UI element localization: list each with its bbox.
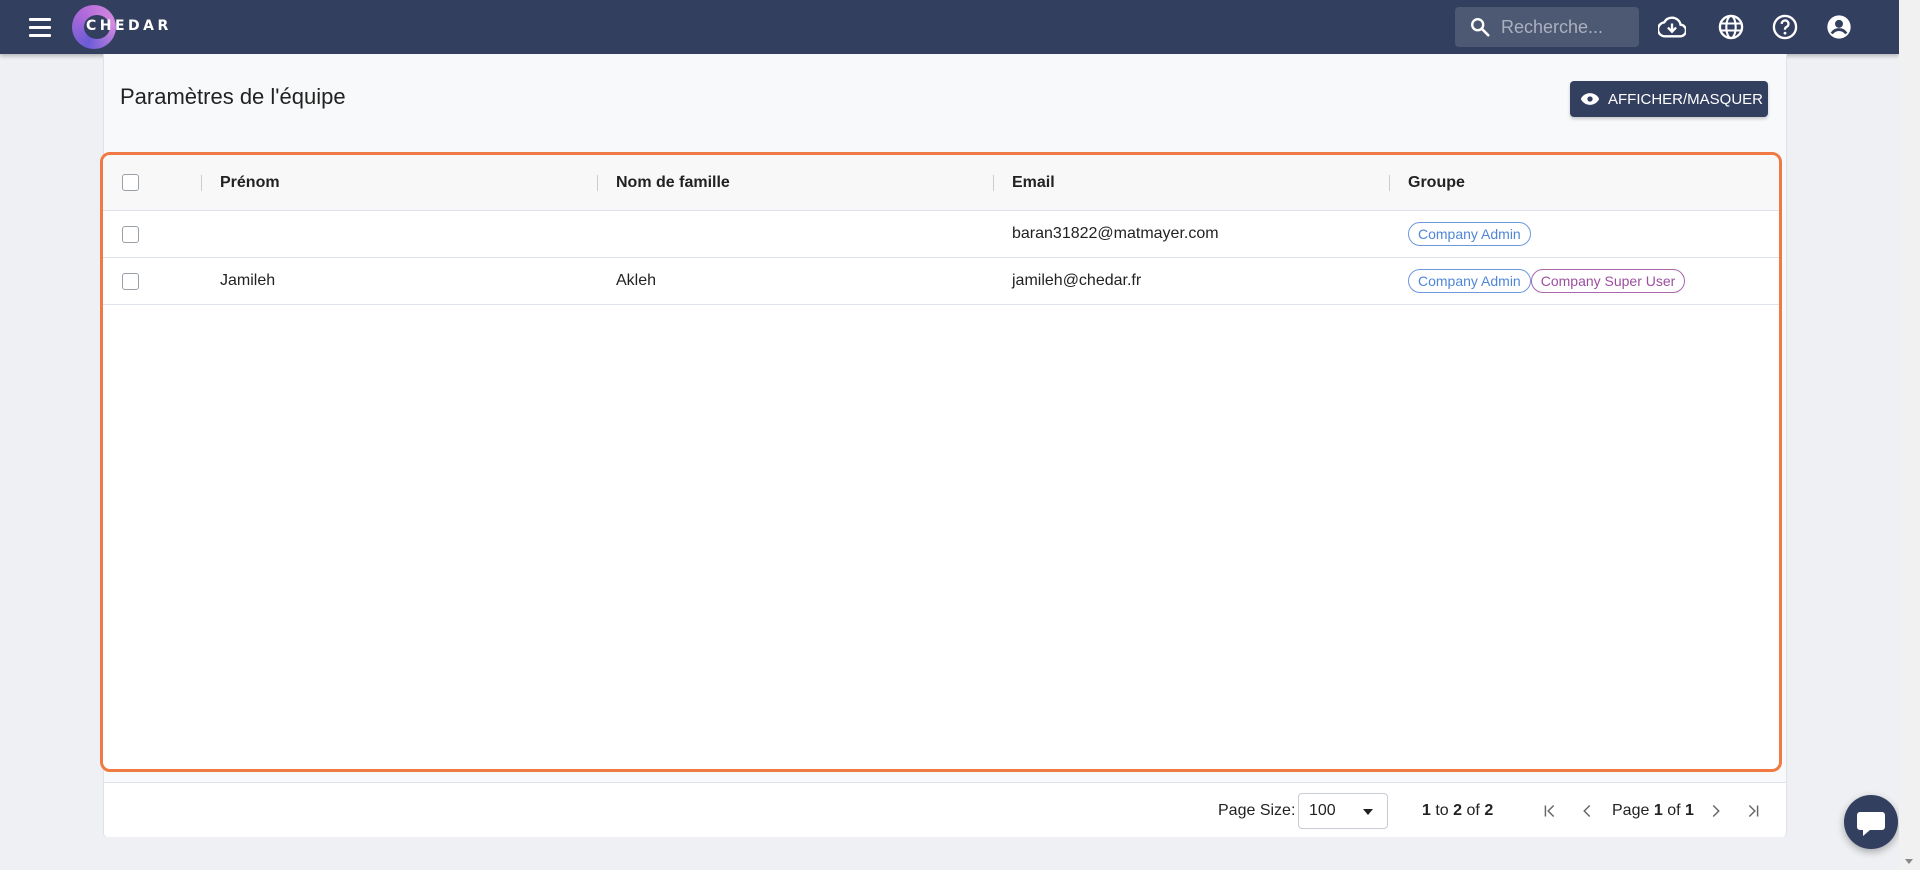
column-header-last-name[interactable]: Nom de famille — [616, 155, 730, 211]
range-to: 2 — [1453, 801, 1463, 819]
cell-first-name: Jamileh — [220, 272, 276, 289]
chat-launcher-button[interactable] — [1844, 795, 1898, 849]
row-checkbox[interactable] — [122, 273, 139, 290]
column-header-group[interactable]: Groupe — [1408, 155, 1465, 211]
page-word: Page — [1612, 801, 1650, 819]
first-page-icon[interactable] — [1539, 800, 1561, 822]
next-page-icon[interactable] — [1705, 800, 1727, 822]
help-icon[interactable] — [1771, 13, 1799, 41]
globe-icon[interactable] — [1717, 13, 1745, 41]
cell-email: baran31822@matmayer.com — [1012, 225, 1219, 242]
eye-icon — [1580, 93, 1600, 105]
cell-email: jamileh@chedar.fr — [1012, 272, 1142, 289]
cell-last-name: Akleh — [616, 272, 657, 289]
range-total: 2 — [1484, 801, 1494, 819]
column-separator — [597, 175, 598, 191]
show-hide-columns-button[interactable]: AFFICHER/MASQUER — [1570, 81, 1768, 117]
table-row[interactable]: Jamileh Akleh jamileh@chedar.fr Company … — [103, 258, 1779, 305]
cell-groups: Company Admin — [1408, 211, 1531, 257]
page-scrollbar[interactable] — [1899, 0, 1920, 870]
scroll-down-arrow-icon[interactable] — [1905, 859, 1913, 864]
account-icon[interactable] — [1825, 13, 1853, 41]
column-separator — [993, 175, 994, 191]
page-indicator: Page 1 of 1 — [1612, 783, 1694, 838]
logo-text: CHEDAR — [86, 18, 172, 34]
top-app-bar: CHEDAR — [0, 0, 1899, 54]
page-size-label: Page Size: — [1218, 801, 1296, 819]
pagination-bar: Page Size: 100 1 to 2 of 2 Page 1 of 1 — [104, 782, 1786, 837]
menu-icon[interactable] — [26, 15, 54, 39]
page-current: 1 — [1653, 801, 1663, 819]
page-title: Paramètres de l'équipe — [120, 84, 346, 109]
table-row[interactable]: baran31822@matmayer.com Company Admin — [103, 211, 1779, 258]
range-of-word: of — [1466, 801, 1480, 819]
cell-groups: Company Admin Company Super User — [1408, 258, 1686, 304]
page-size-select[interactable]: 100 — [1298, 793, 1388, 829]
row-checkbox[interactable] — [122, 226, 139, 243]
row-range-summary: 1 to 2 of 2 — [1422, 783, 1493, 838]
group-tag-company-admin: Company Admin — [1408, 269, 1531, 293]
last-page-icon[interactable] — [1742, 800, 1764, 822]
column-separator — [201, 175, 202, 191]
chat-bubble-icon — [1857, 812, 1885, 836]
column-header-first-name[interactable]: Prénom — [220, 155, 280, 211]
column-header-email[interactable]: Email — [1012, 155, 1055, 211]
team-members-grid: Prénom Nom de famille Email Groupe baran… — [100, 152, 1782, 772]
select-all-checkbox[interactable] — [122, 174, 139, 191]
search-input[interactable] — [1501, 16, 1631, 38]
page-total: 1 — [1684, 801, 1694, 819]
previous-page-icon[interactable] — [1576, 800, 1598, 822]
show-hide-label: AFFICHER/MASQUER — [1608, 90, 1764, 108]
group-tag-company-admin: Company Admin — [1408, 222, 1531, 246]
group-tag-company-super-user: Company Super User — [1530, 269, 1686, 293]
cloud-download-icon[interactable] — [1658, 13, 1686, 41]
grid-header-row: Prénom Nom de famille Email Groupe — [103, 155, 1779, 211]
page-size-value: 100 — [1309, 802, 1336, 819]
range-from: 1 — [1422, 801, 1431, 819]
column-separator — [1389, 175, 1390, 191]
search-icon — [1471, 18, 1490, 37]
page-of-word: of — [1667, 801, 1681, 819]
dropdown-caret-icon — [1363, 809, 1373, 815]
chedar-logo[interactable]: CHEDAR — [72, 4, 168, 50]
range-to-word: to — [1435, 801, 1449, 819]
search-box[interactable] — [1455, 7, 1639, 47]
